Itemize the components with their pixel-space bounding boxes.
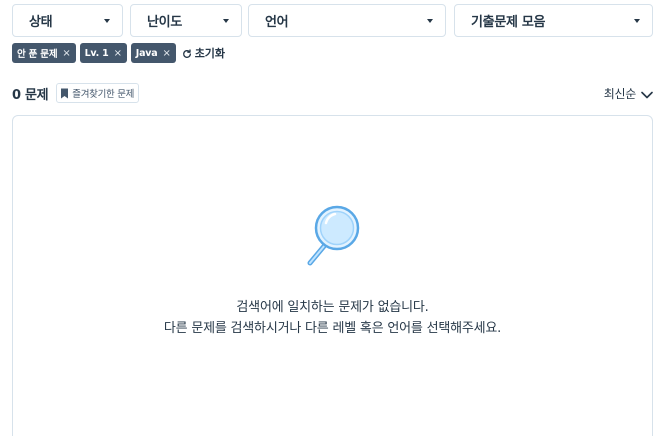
filter-chip-level[interactable]: Lv. 1 × bbox=[79, 43, 127, 63]
reset-label: 초기화 bbox=[194, 47, 226, 60]
close-icon[interactable]: × bbox=[114, 48, 122, 59]
problem-list-panel: 검색어에 일치하는 문제가 없습니다. 다른 문제를 검색하시거나 다른 레벨 … bbox=[12, 115, 653, 436]
caret-down-icon bbox=[427, 19, 433, 23]
chip-label: Lv. 1 bbox=[84, 47, 109, 59]
bookmarked-problems-label: 즐겨찾기한 문제 bbox=[72, 89, 135, 100]
sort-dropdown[interactable]: 최신순 bbox=[604, 84, 653, 103]
collection-filter-label: 기출문제 모음 bbox=[471, 15, 546, 30]
bookmarked-problems-button[interactable]: 즐겨찾기한 문제 bbox=[56, 83, 140, 103]
sort-label: 최신순 bbox=[603, 86, 637, 101]
empty-message-line1: 검색어에 일치하는 문제가 없습니다. bbox=[236, 300, 429, 315]
status-filter-label: 상태 bbox=[29, 15, 53, 30]
caret-down-icon bbox=[104, 19, 110, 23]
language-filter-dropdown[interactable]: 언어 bbox=[248, 4, 446, 37]
result-count: 0 문제 bbox=[12, 87, 49, 103]
reset-filters-button[interactable]: 초기화 bbox=[182, 44, 225, 63]
level-filter-label: 난이도 bbox=[147, 15, 182, 30]
empty-state-message: 검색어에 일치하는 문제가 없습니다. 다른 문제를 검색하시거나 다른 레벨 … bbox=[13, 297, 652, 339]
active-filter-chips: 안 푼 문제 × Lv. 1 × Java × 초기화 bbox=[12, 43, 225, 63]
filter-chip-unsolved[interactable]: 안 푼 문제 × bbox=[12, 43, 76, 63]
collection-filter-dropdown[interactable]: 기출문제 모음 bbox=[454, 4, 653, 37]
close-icon[interactable]: × bbox=[163, 48, 171, 59]
filter-chip-language[interactable]: Java × bbox=[130, 43, 176, 63]
refresh-icon bbox=[182, 44, 192, 63]
bookmark-icon bbox=[60, 84, 69, 103]
status-filter-dropdown[interactable]: 상태 bbox=[12, 4, 123, 37]
language-filter-label: 언어 bbox=[265, 15, 289, 30]
level-filter-dropdown[interactable]: 난이도 bbox=[130, 4, 242, 37]
chip-label: Java bbox=[135, 47, 158, 59]
chip-label: 안 푼 문제 bbox=[17, 49, 58, 60]
magnifier-icon bbox=[305, 201, 365, 271]
caret-down-icon bbox=[223, 19, 229, 23]
close-icon[interactable]: × bbox=[62, 48, 70, 59]
caret-down-icon bbox=[634, 19, 640, 23]
chevron-down-icon bbox=[641, 84, 653, 103]
empty-message-line2: 다른 문제를 검색하시거나 다른 레벨 혹은 언어를 선택해주세요. bbox=[163, 321, 502, 336]
result-header: 0 문제 즐겨찾기한 문제 최신순 bbox=[12, 83, 653, 103]
